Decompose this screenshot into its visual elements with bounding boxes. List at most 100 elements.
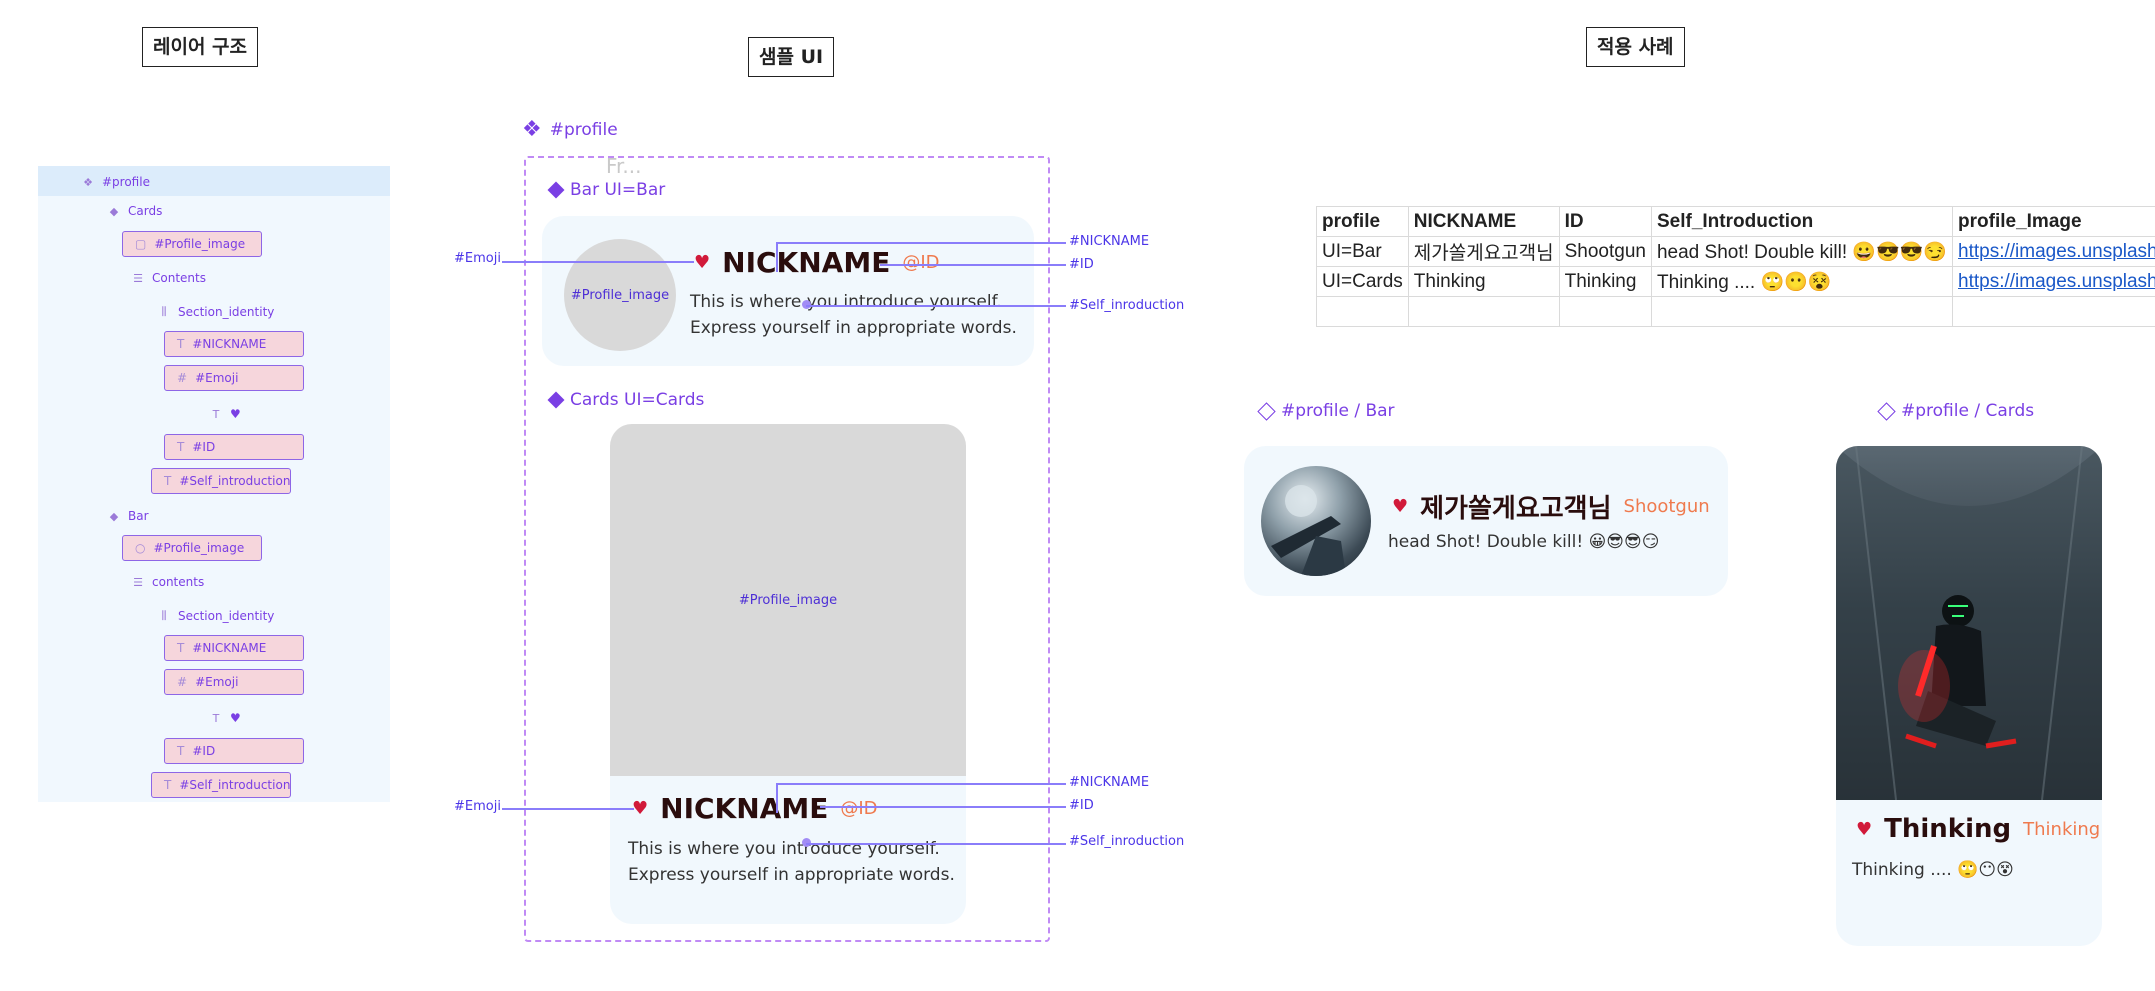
layer-label: contents bbox=[152, 575, 205, 589]
sample-cards-nickname: NICKNAME bbox=[660, 792, 829, 825]
sample-cards-id: @ID bbox=[840, 798, 878, 819]
annotation-nickname: #NICKNAME bbox=[1069, 234, 1150, 249]
instance-icon bbox=[1877, 401, 1896, 421]
applied-bar-identity: ♥ 제가쏠게요고객님 Shootgun bbox=[1392, 488, 1710, 525]
layer-bar-nickname[interactable]: T #NICKNAME bbox=[164, 635, 304, 661]
layer-cards[interactable]: ◆ Cards bbox=[108, 200, 163, 222]
applied-bar-avatar bbox=[1261, 466, 1371, 576]
sheet-cell[interactable]: UI=Cards bbox=[1316, 266, 1409, 297]
layer-bar-emoji[interactable]: # #Emoji bbox=[164, 669, 304, 695]
applied-example-title: 적용 사례 bbox=[1586, 27, 1685, 67]
sheet-cell[interactable]: UI=Bar bbox=[1316, 236, 1409, 267]
intro-line: Express yourself in appropriate words. bbox=[628, 865, 955, 885]
text-icon: T bbox=[212, 711, 220, 725]
intro-line: This is where you introduce yourself. bbox=[690, 292, 1002, 312]
sample-bar-id: @ID bbox=[902, 252, 940, 273]
profile-photo-icon bbox=[1271, 485, 1346, 576]
layer-label: #Emoji bbox=[195, 675, 239, 689]
layer-cards-nickname[interactable]: T #NICKNAME bbox=[164, 331, 304, 357]
layer-root[interactable]: ❖ #profile bbox=[82, 171, 150, 193]
layer-bar-id[interactable]: T #ID bbox=[164, 738, 304, 764]
image-link[interactable]: https://images.unsplash.com bbox=[1958, 241, 2155, 262]
annotation-nickname: #NICKNAME bbox=[1069, 775, 1150, 790]
sheet-header[interactable]: NICKNAME bbox=[1407, 206, 1560, 237]
sheet-cell-link[interactable]: https://images.unsplash.com bbox=[1952, 236, 2155, 267]
layer-bar-contents[interactable]: ☰ contents bbox=[132, 571, 204, 593]
layer-bar-self-intro[interactable]: T #Self_introduction bbox=[151, 772, 291, 798]
layer-label: #ID bbox=[192, 744, 216, 758]
layer-label: Section_identity bbox=[178, 305, 275, 319]
sheet-cell[interactable]: Thinking bbox=[1407, 266, 1560, 297]
text-icon: T bbox=[212, 407, 220, 421]
sheet-header[interactable]: ID bbox=[1558, 206, 1652, 237]
heart-icon: ♥ bbox=[1856, 818, 1873, 840]
text-icon: T bbox=[177, 744, 185, 758]
layer-label: Contents bbox=[152, 271, 206, 285]
sheet-cell[interactable] bbox=[1650, 296, 1954, 327]
cards-variant-label[interactable]: Cards UI=Cards bbox=[547, 390, 704, 410]
annotation-line bbox=[806, 305, 1066, 307]
applied-cards-id: Thinking bbox=[2023, 818, 2101, 840]
sheet-cell[interactable]: head Shot! Double kill! 😀😎😎😏 bbox=[1650, 236, 1954, 267]
data-sheet[interactable]: profile NICKNAME ID Self_Introduction pr… bbox=[1316, 206, 2155, 327]
annotation-self-intro: #Self_inroduction bbox=[1069, 298, 1185, 313]
text-icon: T bbox=[164, 778, 172, 792]
sheet-header-row: profile NICKNAME ID Self_Introduction pr… bbox=[1316, 206, 2155, 237]
layer-bar[interactable]: ◆ Bar bbox=[108, 505, 149, 527]
layer-label: ♥ bbox=[230, 711, 241, 725]
layer-cards-heart[interactable]: T ♥ bbox=[210, 403, 241, 425]
bar-variant-text: Bar UI=Bar bbox=[570, 180, 666, 200]
layer-cards-section-identity[interactable]: ⫼ Section_identity bbox=[158, 301, 274, 323]
layer-bar-section-identity[interactable]: ⫼ Section_identity bbox=[158, 605, 274, 627]
sheet-header[interactable]: profile_Image bbox=[1952, 206, 2155, 237]
applied-cards-label[interactable]: #profile / Cards bbox=[1877, 401, 2034, 421]
sheet-cell[interactable]: Thinking bbox=[1558, 266, 1652, 297]
sheet-cell[interactable] bbox=[1316, 296, 1409, 327]
sheet-cell[interactable]: Thinking .... 🙄😶😵 bbox=[1650, 266, 1954, 297]
sample-bar-nickname: NICKNAME bbox=[722, 246, 891, 279]
text-icon: T bbox=[177, 440, 185, 454]
variant-icon: ◆ bbox=[109, 509, 119, 523]
sample-cards-identity: ♥ NICKNAME @ID bbox=[632, 792, 878, 825]
annotation-emoji: #Emoji bbox=[454, 799, 501, 814]
sheet-cell[interactable]: Shootgun bbox=[1558, 236, 1652, 267]
applied-bar-label[interactable]: #profile / Bar bbox=[1257, 401, 1395, 421]
sheet-header[interactable]: profile bbox=[1316, 206, 1409, 237]
sheet-cell[interactable]: 제가쏠게요고객님 bbox=[1407, 236, 1560, 267]
annotation-line bbox=[880, 264, 1066, 266]
bar-variant-label[interactable]: Bar UI=Bar bbox=[547, 180, 666, 200]
layer-cards-profile-image[interactable]: ▢ #Profile_image bbox=[122, 231, 262, 257]
layer-label: #NICKNAME bbox=[192, 337, 267, 351]
sheet-header[interactable]: Self_Introduction bbox=[1650, 206, 1954, 237]
image-link[interactable]: https://images.unsplash.com bbox=[1958, 271, 2155, 292]
heart-icon: ♥ bbox=[632, 798, 649, 819]
annotation-line bbox=[776, 783, 1066, 785]
auto-layout-icon: ☰ bbox=[133, 271, 143, 285]
sample-component-label[interactable]: ❖ #profile bbox=[522, 117, 618, 142]
layer-cards-emoji[interactable]: # #Emoji bbox=[164, 365, 304, 391]
text-icon: T bbox=[164, 474, 172, 488]
sheet-cell[interactable] bbox=[1952, 296, 2155, 327]
component-set-icon: ❖ bbox=[522, 117, 542, 142]
table-row bbox=[1316, 296, 2155, 327]
sheet-cell-link[interactable]: https://images.unsplash.com bbox=[1952, 266, 2155, 297]
variant-icon bbox=[547, 181, 565, 199]
layer-bar-label: Bar bbox=[128, 509, 149, 523]
layer-cards-contents[interactable]: ☰ Contents bbox=[132, 267, 206, 289]
layer-cards-label: Cards bbox=[128, 204, 163, 218]
layer-cards-id[interactable]: T #ID bbox=[164, 434, 304, 460]
hash-frame-icon: # bbox=[177, 371, 188, 385]
sheet-cell[interactable] bbox=[1558, 296, 1652, 327]
variant-icon bbox=[547, 391, 565, 409]
layer-cards-self-intro[interactable]: T #Self_introduction bbox=[151, 468, 291, 494]
annotation-id: #ID bbox=[1069, 257, 1094, 272]
sheet-cell[interactable] bbox=[1407, 296, 1560, 327]
applied-cards-identity: ♥ Thinking Thinking bbox=[1856, 814, 2100, 844]
applied-bar-intro: head Shot! Double kill! 😀😎😎😏 bbox=[1388, 532, 1660, 552]
layer-label: #Self_introduction bbox=[179, 474, 291, 488]
annotation-self-intro: #Self_inroduction bbox=[1069, 834, 1185, 849]
layer-bar-heart[interactable]: T ♥ bbox=[210, 707, 241, 729]
intro-line: Express yourself in appropriate words. bbox=[690, 318, 1017, 338]
layer-bar-profile-image[interactable]: ○ #Profile_image bbox=[122, 535, 262, 561]
ellipse-icon: ○ bbox=[135, 541, 146, 555]
